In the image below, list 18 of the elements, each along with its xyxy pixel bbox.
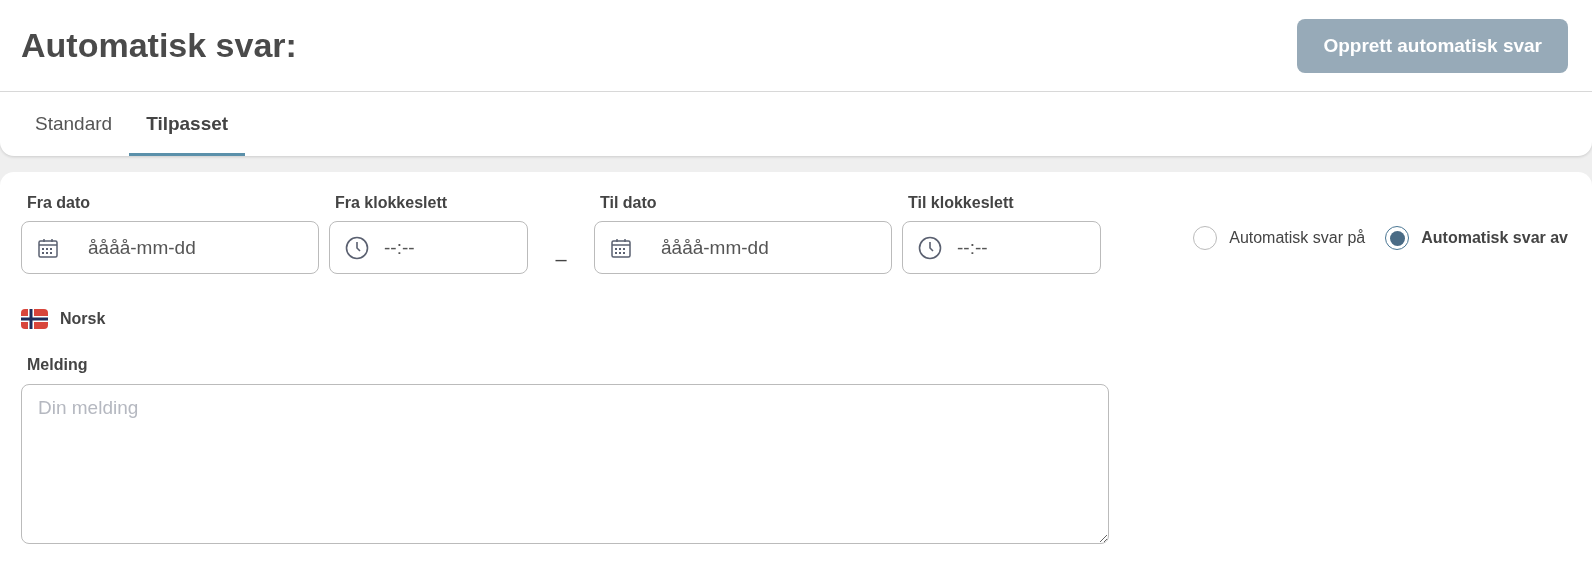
message-field[interactable]: Din melding xyxy=(21,384,1109,544)
date-field[interactable]: åååå-mm-dd xyxy=(21,221,319,274)
field-label: Til klokkeslett xyxy=(907,194,1015,212)
time-field[interactable]: --:-- xyxy=(902,221,1101,274)
field-label: Til dato xyxy=(599,194,658,212)
time-field[interactable]: --:-- xyxy=(329,221,528,274)
field-label: Fra klokkeslett xyxy=(334,194,449,212)
field-label: Fra dato xyxy=(26,194,92,212)
language-label: Norsk xyxy=(60,310,106,328)
range-separator: – xyxy=(554,248,568,271)
date-field[interactable]: åååå-mm-dd xyxy=(594,221,892,274)
tab[interactable]: Standard xyxy=(18,92,130,156)
tab[interactable]: Tilpasset xyxy=(129,92,246,156)
radio-option[interactable]: Automatisk svar på xyxy=(1193,226,1366,250)
flag-icon xyxy=(21,309,48,329)
page-title: Automatisk svar: xyxy=(21,26,297,65)
message-label: Melding xyxy=(27,356,88,374)
radio-option[interactable]: Automatisk svar av xyxy=(1385,226,1568,250)
